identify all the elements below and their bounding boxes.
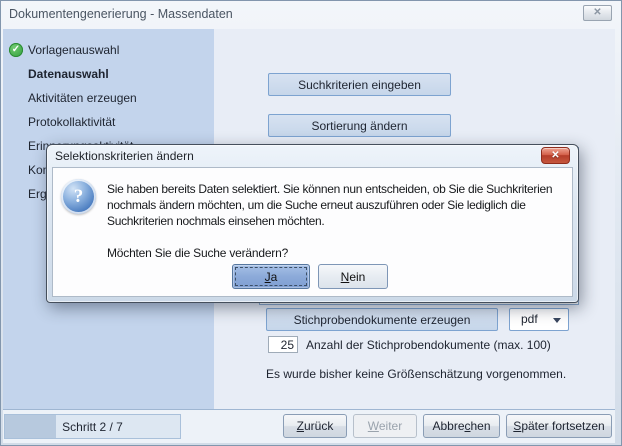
dialog-message: Sie haben bereits Daten selektiert. Sie …: [107, 181, 552, 229]
resume-later-button[interactable]: Später fortsetzen: [506, 414, 612, 438]
close-icon: ✕: [542, 148, 569, 163]
no-button[interactable]: Nein: [318, 264, 388, 289]
sidebar-item-datenauswahl[interactable]: Datenauswahl: [3, 62, 214, 86]
progress-label: Schritt 2 / 7: [5, 415, 180, 439]
format-select[interactable]: pdf: [509, 308, 569, 331]
dialog-message-line: Suchkriterien nochmals einsehen möchten.: [107, 213, 552, 229]
next-button: Weiter: [353, 414, 417, 438]
window-close-button[interactable]: ✕: [583, 5, 612, 21]
size-estimate-note: Es wurde bisher keine Größenschätzung vo…: [266, 367, 566, 381]
back-button[interactable]: Zurück: [283, 414, 347, 438]
step-label: Aktivitäten erzeugen: [28, 91, 137, 105]
footer-bar: Schritt 2 / 7 Zurück Weiter Abbrechen Sp…: [3, 409, 615, 443]
dialog-titlebar: Selektionskriterien ändern ✕: [52, 145, 573, 167]
create-sample-documents-button[interactable]: Stichprobendokumente erzeugen: [266, 308, 498, 331]
chevron-down-icon: [553, 318, 561, 323]
enter-search-criteria-button[interactable]: Suchkriterien eingeben: [268, 73, 451, 96]
dialog-message-line: Sie haben bereits Daten selektiert. Sie …: [107, 181, 552, 197]
sidebar-item-aktivitaeten-erzeugen[interactable]: Aktivitäten erzeugen: [3, 86, 214, 110]
window-title: Dokumentengenerierung - Massendaten: [9, 7, 233, 21]
dialog-question: Möchten Sie die Suche verändern?: [107, 246, 288, 260]
change-sorting-button[interactable]: Sortierung ändern: [268, 114, 451, 137]
yes-button[interactable]: Ja: [232, 264, 310, 289]
dialog-body: ? Sie haben bereits Daten selektiert. Si…: [52, 167, 573, 297]
wizard-window: Dokumentengenerierung - Massendaten ✕ ✓ …: [0, 0, 622, 446]
format-select-value: pdf: [510, 312, 538, 326]
cancel-button[interactable]: Abbrechen: [423, 414, 500, 438]
titlebar: Dokumentengenerierung - Massendaten ✕: [1, 1, 621, 29]
step-label: Vorlagenauswahl: [28, 43, 119, 57]
sidebar-item-protokollaktivitaet[interactable]: Protokollaktivität: [3, 110, 214, 134]
dialog-title: Selektionskriterien ändern: [52, 149, 194, 163]
dialog-close-button[interactable]: ✕: [541, 147, 570, 164]
sample-count-input[interactable]: [268, 336, 298, 353]
dialog-message-line: nochmals ändern möchten, um die Suche er…: [107, 197, 552, 213]
selection-criteria-dialog: Selektionskriterien ändern ✕ ? Sie haben…: [46, 144, 579, 303]
close-icon: ✕: [584, 6, 611, 20]
sidebar-item-vorlagenauswahl[interactable]: ✓ Vorlagenauswahl: [3, 38, 214, 62]
step-label: Datenauswahl: [28, 67, 109, 81]
step-label: Protokollaktivität: [28, 115, 115, 129]
question-icon: ?: [61, 179, 96, 214]
progress-bar: Schritt 2 / 7: [4, 414, 181, 439]
sample-count-label: Anzahl der Stichprobendokumente (max. 10…: [306, 338, 551, 352]
check-icon: ✓: [9, 43, 23, 57]
